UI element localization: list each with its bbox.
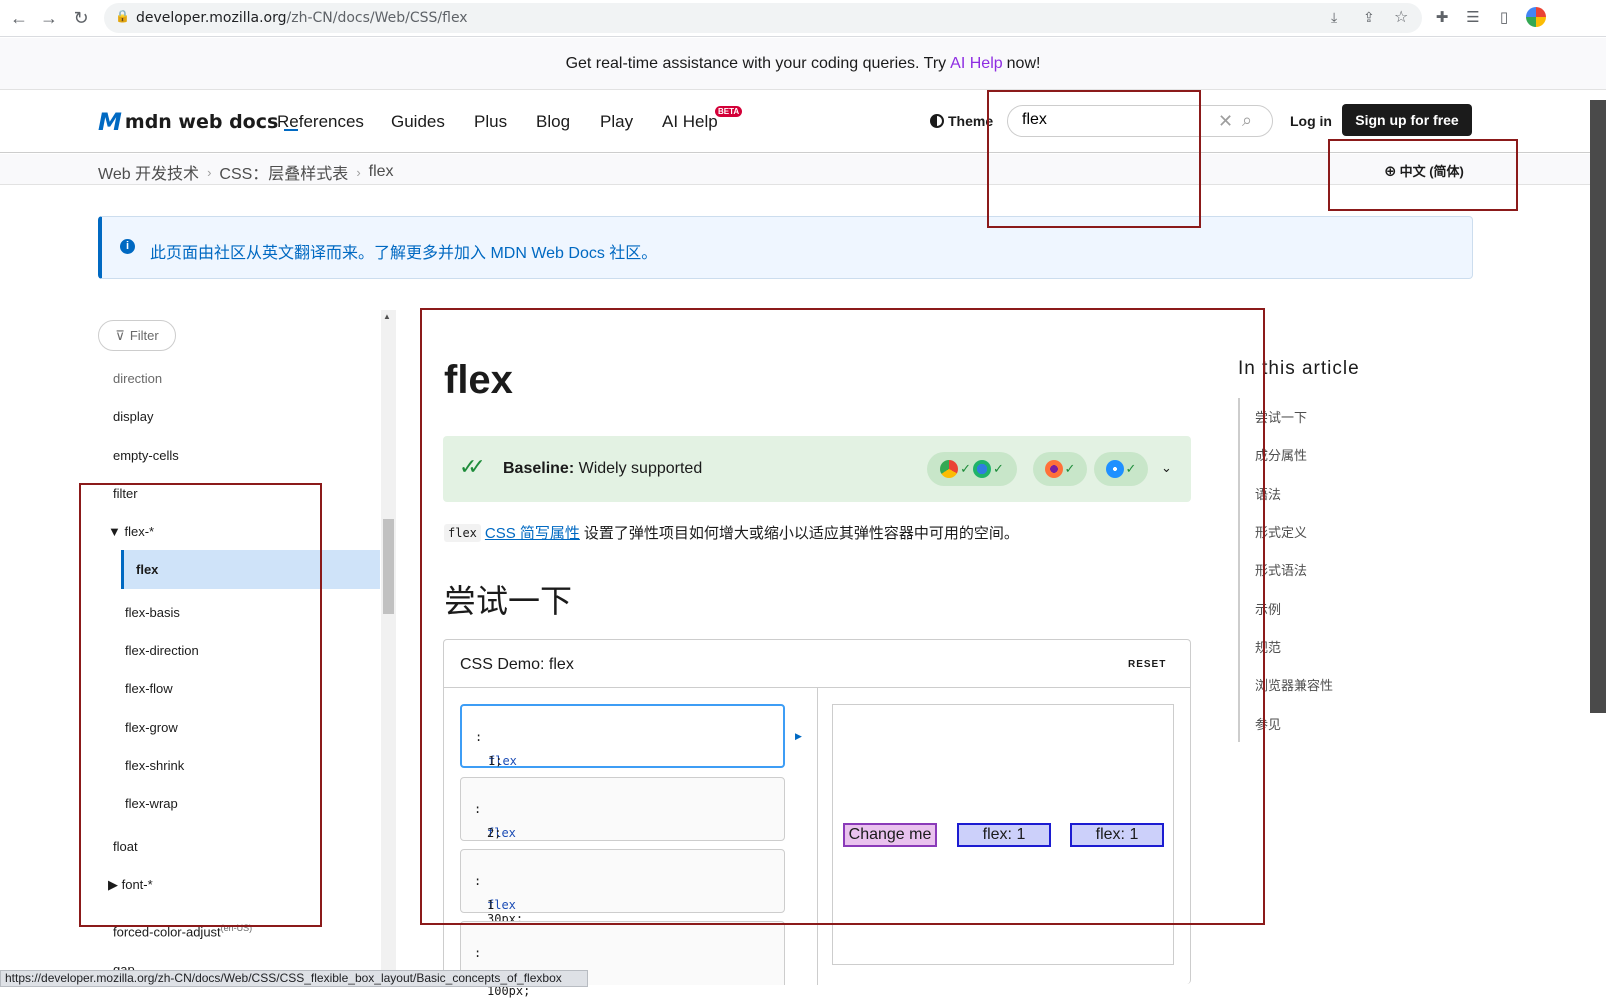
- url-text: developer.mozilla.org/zh-CN/docs/Web/CSS…: [136, 10, 468, 26]
- ai-help-banner-link[interactable]: AI Help: [950, 55, 1002, 73]
- share-icon[interactable]: ⇪: [1363, 9, 1375, 26]
- nav-plus[interactable]: Plus: [474, 112, 507, 132]
- logo-text: mdn web docs: [124, 111, 279, 133]
- highlight-box-content: [420, 308, 1265, 925]
- toc-item[interactable]: 浏览器兼容性: [1255, 675, 1333, 694]
- highlight-box-language: [1328, 139, 1518, 211]
- forward-icon[interactable]: →: [36, 5, 62, 31]
- breadcrumb-web[interactable]: Web 开发技术: [98, 160, 199, 184]
- login-link[interactable]: Log in: [1290, 113, 1332, 129]
- banner-text: Get real-time assistance with your codin…: [565, 54, 947, 72]
- search-icon[interactable]: ⌕: [1242, 110, 1252, 131]
- theme-icon: [930, 114, 944, 128]
- link-status-bar: https://developer.mozilla.org/zh-CN/docs…: [0, 970, 588, 987]
- sidebar-scrollbar-thumb[interactable]: [383, 519, 394, 614]
- theme-switcher[interactable]: Theme: [930, 113, 993, 129]
- mdn-logo-icon: M: [98, 108, 122, 136]
- nav-references[interactable]: References: [277, 112, 364, 132]
- breadcrumb-css[interactable]: CSS：层叠样式表: [219, 160, 348, 184]
- highlight-box-search: [987, 90, 1201, 228]
- breadcrumb-separator-icon: ›: [207, 164, 212, 180]
- profile-avatar-icon[interactable]: [1526, 7, 1546, 27]
- clear-search-icon[interactable]: ✕: [1218, 111, 1233, 132]
- lock-icon: 🔒: [115, 9, 130, 23]
- reading-list-icon[interactable]: ☰: [1463, 7, 1483, 27]
- extensions-icon[interactable]: ✚: [1432, 7, 1452, 27]
- info-icon: i: [120, 239, 135, 254]
- sidebar-item-empty-cells[interactable]: empty-cells: [113, 448, 179, 463]
- highlight-box-sidebar: [79, 483, 322, 927]
- install-icon[interactable]: ⤓: [1331, 9, 1337, 26]
- beta-badge: BETA: [715, 106, 743, 117]
- nav-guides[interactable]: Guides: [391, 112, 445, 132]
- browser-toolbar: ← → ↻ 🔒 developer.mozilla.org/zh-CN/docs…: [0, 0, 1606, 37]
- ai-help-banner: Get real-time assistance with your codin…: [0, 38, 1606, 90]
- mdn-logo[interactable]: M mdn web docs: [98, 108, 299, 136]
- back-icon[interactable]: ←: [6, 5, 32, 31]
- sidebar-scrollbar[interactable]: [381, 310, 396, 983]
- scroll-up-icon[interactable]: ▲: [383, 312, 391, 321]
- address-bar[interactable]: 🔒 developer.mozilla.org/zh-CN/docs/Web/C…: [104, 3, 1422, 33]
- banner-text-end: now!: [1006, 54, 1041, 72]
- filter-icon: ⊽: [115, 327, 125, 343]
- sidebar-item-direction[interactable]: direction: [113, 371, 162, 386]
- sidebar-filter-button[interactable]: ⊽ Filter: [98, 320, 176, 351]
- breadcrumb: Web 开发技术 › CSS：层叠样式表 › flex: [98, 160, 394, 184]
- filter-label: Filter: [129, 328, 159, 343]
- nav-play[interactable]: Play: [600, 112, 633, 132]
- nav-blog[interactable]: Blog: [536, 112, 570, 132]
- signup-button[interactable]: Sign up for free: [1342, 104, 1472, 136]
- notice-text[interactable]: 此页面由社区从英文翻译而来。了解更多并加入 MDN Web Docs 社区。: [150, 239, 657, 263]
- breadcrumb-separator-icon: ›: [356, 164, 361, 180]
- sidebar-item-display[interactable]: display: [113, 409, 153, 424]
- page-scrollbar[interactable]: [1590, 100, 1606, 713]
- translation-notice: i 此页面由社区从英文翻译而来。了解更多并加入 MDN Web Docs 社区。: [98, 216, 1473, 279]
- nav-ai-help[interactable]: AI Help: [662, 112, 718, 132]
- reload-icon[interactable]: ↻: [68, 5, 94, 31]
- bookmark-star-icon[interactable]: ☆: [1394, 7, 1408, 27]
- breadcrumb-flex[interactable]: flex: [369, 163, 394, 181]
- side-panel-icon[interactable]: ▯: [1494, 7, 1514, 27]
